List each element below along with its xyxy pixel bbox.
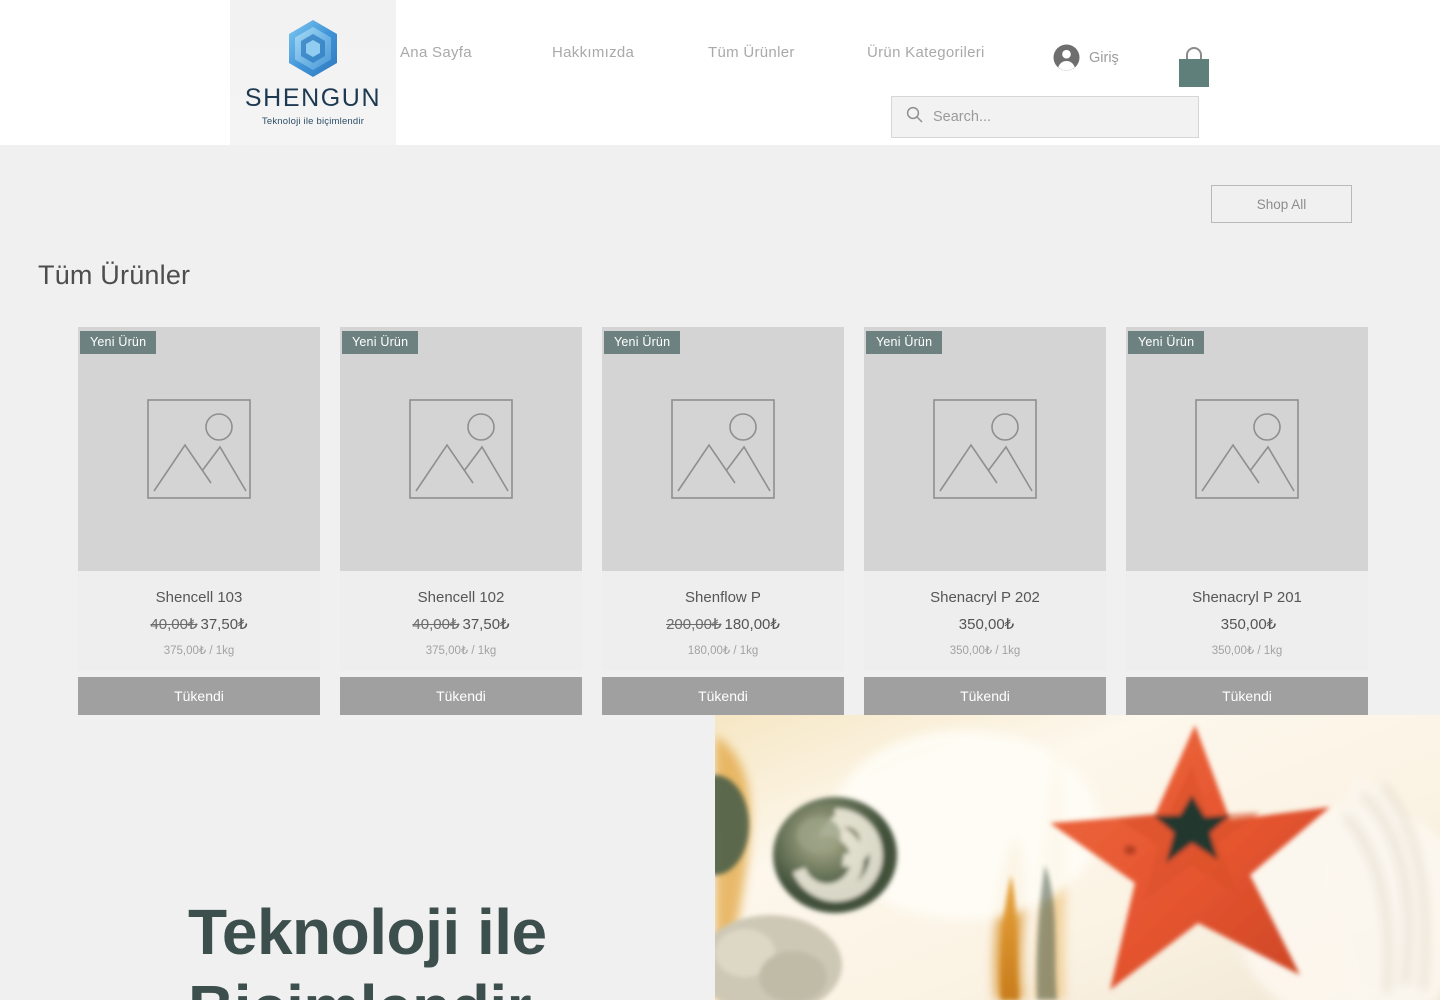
product-info: Shenflow P 200,00₺ 180,00₺ 180,00₺ / 1kg xyxy=(602,571,844,671)
product-image[interactable]: Yeni Ürün xyxy=(78,327,320,571)
product-old-price: 200,00₺ xyxy=(666,616,722,633)
cart-button[interactable] xyxy=(1174,43,1214,89)
product-unit-price: 375,00₺ / 1kg xyxy=(425,645,497,657)
image-placeholder-icon xyxy=(1195,399,1299,499)
nav-item-urun-kategorileri[interactable]: Ürün Kategorileri xyxy=(867,44,985,61)
image-placeholder-icon xyxy=(671,399,775,499)
shop-all-button[interactable]: Shop All xyxy=(1211,185,1352,223)
product-price: 37,50₺ xyxy=(462,616,510,633)
product-unit-price: 350,00₺ / 1kg xyxy=(1211,645,1283,657)
user-avatar-icon xyxy=(1053,44,1080,71)
image-placeholder-icon xyxy=(409,399,513,499)
page-root: SHENGUN Teknoloji ile biçimlendir Ana Sa… xyxy=(0,0,1440,1000)
search-input[interactable] xyxy=(933,109,1183,125)
product-price-row: 350,00₺ xyxy=(1132,615,1362,633)
account-login-button[interactable]: Giriş xyxy=(1053,44,1119,71)
product-card[interactable]: Yeni Ürün Shenflow P 200,00₺ 180,00₺ 180,… xyxy=(602,327,844,715)
product-card[interactable]: Yeni Ürün Shenacryl P 202 350,00₺ 350,00… xyxy=(864,327,1106,715)
nav-item-hakkimizda[interactable]: Hakkımızda xyxy=(552,44,708,61)
product-price: 350,00₺ xyxy=(1220,616,1277,633)
product-price-row: 200,00₺ 180,00₺ xyxy=(608,615,838,633)
status-badge: Yeni Ürün xyxy=(80,331,157,354)
product-unit-price: 350,00₺ / 1kg xyxy=(949,645,1021,657)
hexagon-logo-icon xyxy=(285,18,341,80)
product-name: Shencell 102 xyxy=(417,589,505,606)
product-unit-price: 180,00₺ / 1kg xyxy=(687,645,759,657)
product-image[interactable]: Yeni Ürün xyxy=(602,327,844,571)
sold-out-button: Tükendi xyxy=(78,677,320,715)
product-price: 37,50₺ xyxy=(200,616,248,633)
search-bar[interactable] xyxy=(891,96,1199,138)
shopping-bag-icon xyxy=(1174,47,1214,93)
product-price-row: 350,00₺ xyxy=(870,615,1100,633)
image-placeholder-icon xyxy=(933,399,1037,499)
product-name: Shenacryl P 201 xyxy=(1192,589,1302,606)
hero-section: Teknoloji ile Biçimlendir xyxy=(0,715,1440,1000)
hero-photo xyxy=(715,715,1440,1000)
status-badge: Yeni Ürün xyxy=(604,331,681,354)
product-card[interactable]: Yeni Ürün Shencell 103 40,00₺ 37,50₺ 375,… xyxy=(78,327,320,715)
status-badge: Yeni Ürün xyxy=(866,331,943,354)
search-icon xyxy=(906,106,923,128)
product-unit-price: 375,00₺ / 1kg xyxy=(163,645,235,657)
product-name: Shencell 103 xyxy=(155,589,243,606)
product-card[interactable]: Yeni Ürün Shencell 102 40,00₺ 37,50₺ 375,… xyxy=(340,327,582,715)
image-placeholder-icon xyxy=(147,399,251,499)
product-old-price: 40,00₺ xyxy=(150,616,198,633)
product-info: Shencell 102 40,00₺ 37,50₺ 375,00₺ / 1kg xyxy=(340,571,582,671)
status-badge: Yeni Ürün xyxy=(1128,331,1205,354)
product-name: Shenacryl P 202 xyxy=(930,589,1040,606)
main-navigation: Ana Sayfa Hakkımızda Tüm Ürünler Ürün Ka… xyxy=(400,44,985,61)
product-price-row: 40,00₺ 37,50₺ xyxy=(346,615,576,633)
product-info: Shenacryl P 201 350,00₺ 350,00₺ / 1kg xyxy=(1126,571,1368,671)
product-info: Shencell 103 40,00₺ 37,50₺ 375,00₺ / 1kg xyxy=(78,571,320,671)
product-card[interactable]: Yeni Ürün Shenacryl P 201 350,00₺ 350,00… xyxy=(1126,327,1368,715)
header-left-spacer xyxy=(0,0,230,145)
product-price: 180,00₺ xyxy=(724,616,780,633)
nav-item-ana-sayfa[interactable]: Ana Sayfa xyxy=(400,44,552,61)
sold-out-button: Tükendi xyxy=(340,677,582,715)
logo-wordmark: SHENGUN xyxy=(244,84,382,112)
hero-heading: Teknoloji ile Biçimlendir xyxy=(188,896,547,1000)
product-grid: Yeni Ürün Shencell 103 40,00₺ 37,50₺ 375,… xyxy=(78,327,1368,715)
page-title: Tüm Ürünler xyxy=(38,260,191,290)
site-logo[interactable]: SHENGUN Teknoloji ile biçimlendir xyxy=(230,0,396,145)
product-image[interactable]: Yeni Ürün xyxy=(864,327,1106,571)
account-label: Giriş xyxy=(1089,49,1119,66)
nav-item-tum-urunler[interactable]: Tüm Ürünler xyxy=(708,44,867,61)
product-info: Shenacryl P 202 350,00₺ 350,00₺ / 1kg xyxy=(864,571,1106,671)
status-badge: Yeni Ürün xyxy=(342,331,419,354)
sold-out-button: Tükendi xyxy=(864,677,1106,715)
product-old-price: 40,00₺ xyxy=(412,616,460,633)
sold-out-button: Tükendi xyxy=(1126,677,1368,715)
product-name: Shenflow P xyxy=(685,589,761,606)
product-image[interactable]: Yeni Ürün xyxy=(1126,327,1368,571)
site-header: SHENGUN Teknoloji ile biçimlendir Ana Sa… xyxy=(0,0,1440,145)
logo-tagline: Teknoloji ile biçimlendir xyxy=(261,116,365,127)
product-image[interactable]: Yeni Ürün xyxy=(340,327,582,571)
product-price-row: 40,00₺ 37,50₺ xyxy=(84,615,314,633)
sold-out-button: Tükendi xyxy=(602,677,844,715)
product-price: 350,00₺ xyxy=(958,616,1015,633)
